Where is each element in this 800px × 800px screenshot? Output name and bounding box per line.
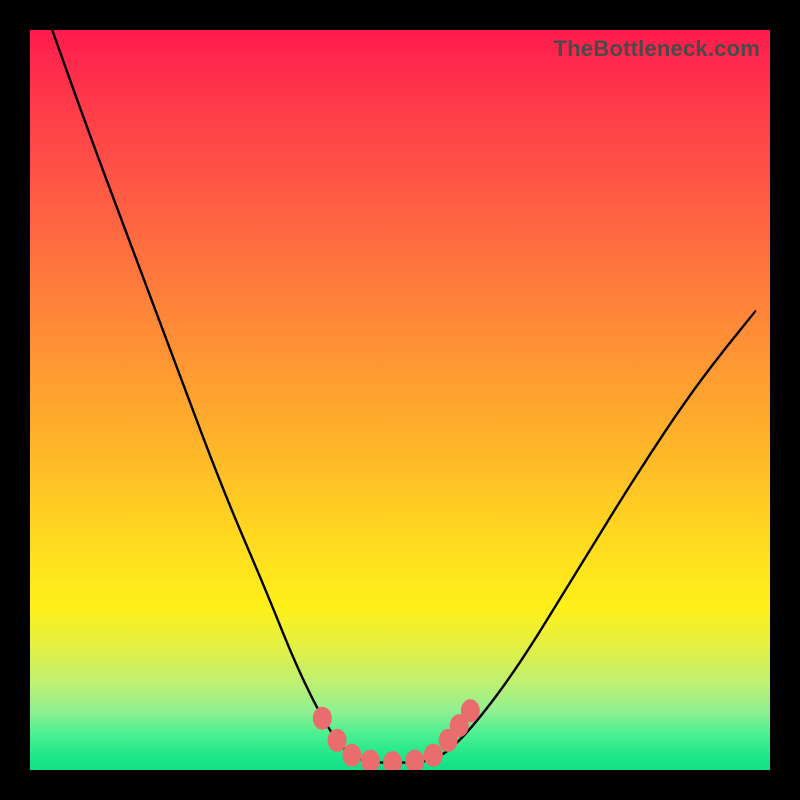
highlight-dot bbox=[461, 700, 479, 722]
chart-svg bbox=[30, 30, 770, 770]
highlight-dot bbox=[424, 744, 442, 766]
highlight-dot bbox=[361, 750, 379, 770]
plot-area: TheBottleneck.com bbox=[30, 30, 770, 770]
highlight-dot bbox=[343, 744, 361, 766]
highlight-dot bbox=[406, 750, 424, 770]
bottleneck-curve bbox=[52, 30, 755, 763]
highlight-dots-group bbox=[313, 700, 479, 770]
highlight-dot bbox=[313, 707, 331, 729]
highlight-dot bbox=[328, 729, 346, 751]
highlight-dot bbox=[384, 752, 402, 770]
chart-frame: TheBottleneck.com bbox=[0, 0, 800, 800]
